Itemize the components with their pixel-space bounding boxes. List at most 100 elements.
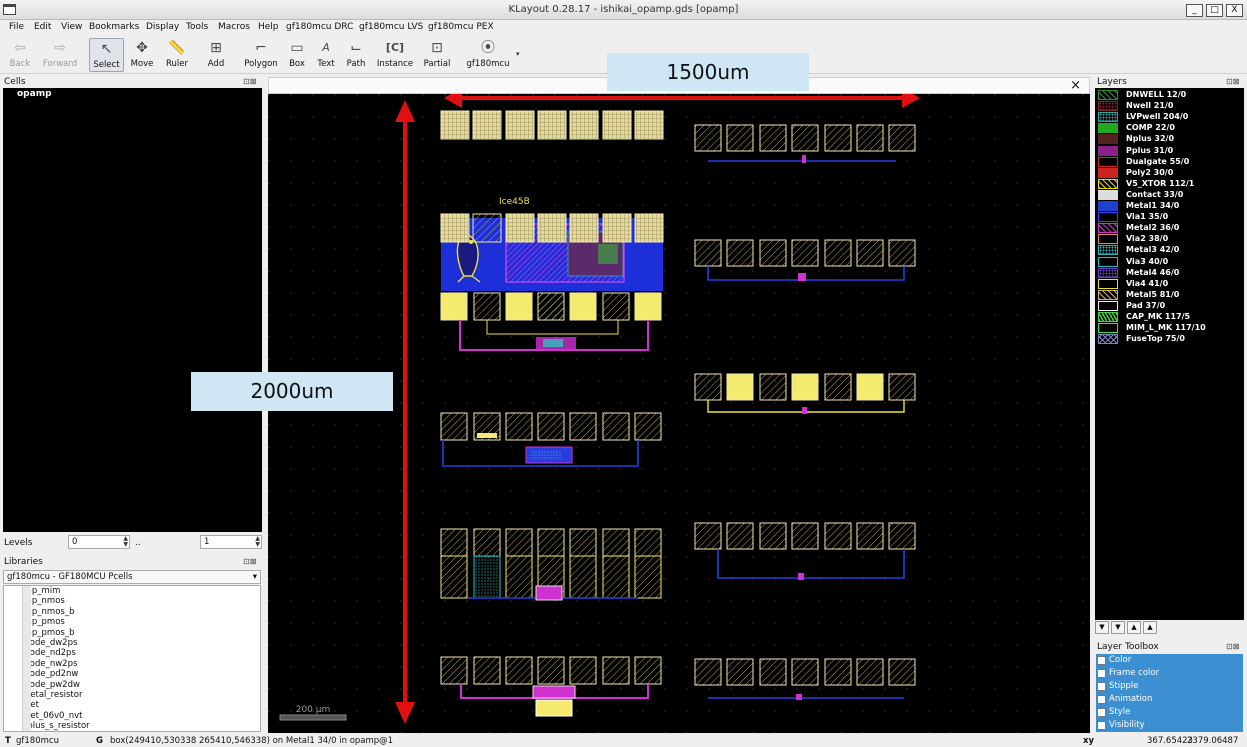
menu-file[interactable]: File: [9, 22, 24, 32]
expand-checkbox[interactable]: [1097, 708, 1106, 717]
list-item[interactable]: nplus_s_resistor: [22, 721, 90, 731]
library-list-scrollbar[interactable]: [22, 586, 31, 731]
layer-swatch-icon: [1098, 101, 1118, 112]
libraries-dock-controls-icon[interactable]: ⊡⊠: [243, 557, 256, 566]
cells-dock-controls-icon[interactable]: ⊡⊠: [243, 77, 256, 86]
layer-swatch-icon: [1098, 123, 1118, 134]
layer-row[interactable]: Metal5 81/0: [1097, 289, 1242, 300]
box-tool-button[interactable]: ▭ Box: [285, 38, 309, 72]
expand-checkbox[interactable]: [1097, 695, 1106, 704]
cell-item-opamp[interactable]: opamp: [17, 89, 52, 99]
layer-row[interactable]: Metal2 36/0: [1097, 223, 1242, 234]
layer-name: Metal2 36/0: [1126, 223, 1180, 233]
maximize-button[interactable]: □: [1206, 4, 1223, 17]
libraries-dock-title: Libraries: [4, 557, 43, 567]
spin-arrows-icon[interactable]: ▲ ▼: [123, 536, 128, 548]
menu-bookmarks[interactable]: Bookmarks: [89, 22, 139, 32]
add-button[interactable]: ⊞ Add: [202, 38, 230, 72]
menu-view[interactable]: View: [61, 22, 82, 32]
levels-to-spinbox[interactable]: 1 ▲ ▼: [200, 535, 262, 549]
select-tool-button[interactable]: ↖ Select: [89, 38, 124, 72]
expand-checkbox[interactable]: [1097, 669, 1106, 678]
minimize-button[interactable]: _: [1186, 4, 1203, 17]
layer-row[interactable]: DNWELL 12/0: [1097, 90, 1242, 100]
library-cell-list[interactable]: cap_mim cap_nmos cap_nmos_b cap_pmos cap…: [3, 585, 261, 732]
menu-gf180mcu-drc[interactable]: gf180mcu DRC: [286, 22, 353, 32]
text-tool-icon: A: [322, 41, 330, 54]
toolbox-stipple[interactable]: Stipple: [1096, 680, 1243, 693]
partial-tool-button[interactable]: ⊡ Partial: [421, 38, 453, 72]
layer-name: Via3 40/0: [1126, 256, 1169, 266]
layer-name: MIM_L_MK 117/10: [1126, 323, 1206, 333]
layer-row[interactable]: Via1 35/0: [1097, 212, 1242, 223]
close-layout-icon[interactable]: ×: [1070, 78, 1081, 93]
layer-row[interactable]: Poly2 30/0: [1097, 167, 1242, 178]
layer-row[interactable]: CAP_MK 117/5: [1097, 312, 1242, 322]
layout-canvas[interactable]: Ice45B 200 µm: [268, 94, 1090, 733]
layer-row[interactable]: COMP 22/0: [1097, 123, 1242, 134]
layer-row[interactable]: V5_XTOR 112/1: [1097, 178, 1242, 189]
layer-name: LVPwell 204/0: [1126, 112, 1189, 122]
move-bottom-icon[interactable]: ▼: [1111, 621, 1125, 634]
move-up-icon[interactable]: ▲: [1127, 621, 1141, 634]
toolbox-color[interactable]: Color: [1096, 654, 1243, 667]
expand-checkbox[interactable]: [1097, 682, 1106, 691]
layer-row[interactable]: Nwell 21/0: [1097, 101, 1242, 112]
gf180mcu-tool-button[interactable]: ⦿ gf180mcu: [464, 38, 512, 72]
ruler-tool-button[interactable]: 📏 Ruler: [162, 38, 192, 72]
layer-row[interactable]: Contact 33/0: [1097, 189, 1242, 200]
layer-row[interactable]: Nplus 32/0: [1097, 134, 1242, 145]
layer-row[interactable]: Metal1 34/0: [1097, 201, 1242, 211]
move-top-icon[interactable]: ▲: [1143, 621, 1157, 634]
forward-button[interactable]: ⇨ Forward: [40, 38, 80, 72]
toolbox-animation[interactable]: Animation: [1096, 693, 1243, 706]
instance-tool-button[interactable]: [C] Instance: [375, 38, 415, 72]
menu-edit[interactable]: Edit: [34, 22, 51, 32]
expand-checkbox[interactable]: [1097, 656, 1106, 665]
levels-from-spinbox[interactable]: 0 ▲ ▼: [68, 535, 130, 549]
layer-row[interactable]: Metal3 42/0: [1097, 245, 1242, 256]
cell-tree[interactable]: opamp: [3, 88, 262, 532]
list-item[interactable]: metal_resistor: [22, 690, 82, 700]
layer-row[interactable]: MIM_L_MK 117/10: [1097, 323, 1242, 334]
text-tool-button[interactable]: A Text: [314, 38, 338, 72]
menu-help[interactable]: Help: [258, 22, 279, 32]
layer-row[interactable]: Dualgate 55/0: [1097, 156, 1242, 167]
layer-row[interactable]: Pad 37/0: [1097, 300, 1242, 311]
layer-toolbox-controls-icon[interactable]: ⊡⊠: [1226, 642, 1239, 651]
layer-row[interactable]: Via2 38/0: [1097, 234, 1242, 245]
list-item[interactable]: nfet_06v0_nvt: [22, 711, 82, 721]
layer-buttons: ▼ ▼ ▲ ▲: [1095, 621, 1159, 635]
library-select[interactable]: gf180mcu - GF180MCU Pcells ▾: [3, 570, 261, 584]
close-window-button[interactable]: X: [1226, 4, 1243, 17]
menu-gf180mcu-lvs[interactable]: gf180mcu LVS: [359, 22, 423, 32]
move-down-icon[interactable]: ▼: [1095, 621, 1109, 634]
layer-row[interactable]: Via3 40/0: [1097, 256, 1242, 267]
layout-drawing[interactable]: Ice45B 200 µm: [268, 94, 1090, 733]
move-tool-button[interactable]: ✥ Move: [128, 38, 156, 72]
menu-display[interactable]: Display: [146, 22, 179, 32]
layer-row[interactable]: Via4 41/0: [1097, 278, 1242, 289]
menu-macros[interactable]: Macros: [218, 22, 250, 32]
spin-arrows-icon[interactable]: ▲ ▼: [255, 536, 260, 548]
back-button[interactable]: ⇦ Back: [4, 38, 36, 72]
layer-row[interactable]: FuseTop 75/0: [1097, 334, 1242, 345]
layer-swatch-icon: [1098, 134, 1118, 145]
levels-label: Levels: [4, 538, 33, 548]
path-tool-button[interactable]: ⌙ Path: [343, 38, 369, 72]
layer-name: Metal5 81/0: [1126, 289, 1180, 299]
layer-row[interactable]: LVPwell 204/0: [1097, 112, 1242, 123]
expand-checkbox[interactable]: [1097, 721, 1106, 730]
toolbox-visibility[interactable]: Visibility: [1096, 719, 1243, 732]
layer-row[interactable]: Metal4 46/0: [1097, 267, 1242, 278]
layer-row[interactable]: Pplus 31/0: [1097, 145, 1242, 156]
gf180mcu-dropdown-icon[interactable]: ▾: [516, 50, 520, 58]
layers-dock-controls-icon[interactable]: ⊡⊠: [1226, 77, 1239, 86]
toolbox-frame-color[interactable]: Frame color: [1096, 667, 1243, 680]
menu-gf180mcu-pex[interactable]: gf180mcu PEX: [428, 22, 494, 32]
layer-name: Metal3 42/0: [1126, 245, 1180, 255]
menu-tools[interactable]: Tools: [186, 22, 208, 32]
polygon-tool-button[interactable]: ⌐ Polygon: [243, 38, 279, 72]
toolbox-style[interactable]: Style: [1096, 706, 1243, 719]
layer-list[interactable]: DNWELL 12/0 Nwell 21/0 LVPwell 204/0 COMP 2…: [1095, 88, 1244, 620]
